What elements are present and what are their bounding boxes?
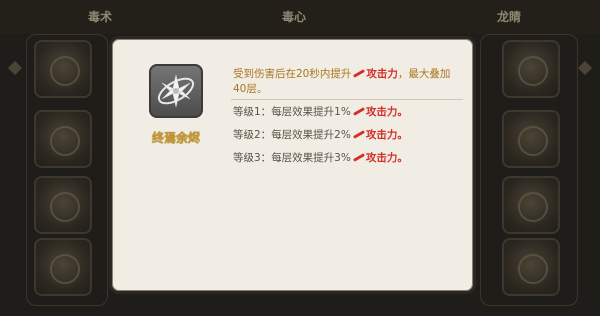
sword-icon bbox=[352, 68, 365, 78]
level-row-3: 等级3：每层效果提升3% 攻击力。 bbox=[233, 150, 408, 165]
sword-icon bbox=[352, 152, 365, 162]
skill-tooltip-panel: 终焉余烬 受到伤害后在20秒内提升 攻击力，最大叠加40层。 等级1：每层效果提升… bbox=[109, 36, 476, 294]
skill-slot[interactable] bbox=[502, 110, 560, 168]
attack-stat-label: 攻击力 bbox=[365, 129, 398, 141]
skill-slot[interactable] bbox=[502, 238, 560, 296]
level-effect: 每层效果提升1% bbox=[271, 106, 351, 118]
skill-slot[interactable] bbox=[34, 238, 92, 296]
level-row-2: 等级2：每层效果提升2% 攻击力。 bbox=[233, 127, 408, 142]
snowflake-crystal-icon bbox=[149, 64, 203, 118]
skill-slot[interactable] bbox=[502, 176, 560, 234]
level-label: 等级2： bbox=[233, 129, 272, 141]
level-effect: 每层效果提升3% bbox=[271, 152, 351, 164]
level-row-1: 等级1：每层效果提升1% 攻击力。 bbox=[233, 104, 408, 119]
skill-slot[interactable] bbox=[34, 40, 92, 98]
tab-poison-heart[interactable]: 毒心 bbox=[282, 8, 306, 25]
level-end: 。 bbox=[397, 152, 408, 164]
tab-poison[interactable]: 毒术 bbox=[88, 8, 112, 25]
attack-stat-label: 攻击力 bbox=[366, 68, 398, 80]
skill-name: 终焉余烬 bbox=[151, 131, 200, 145]
skill-slot[interactable] bbox=[502, 40, 560, 98]
level-end: 。 bbox=[397, 129, 408, 141]
description-text: 受到伤害后在20秒内提升 bbox=[233, 68, 352, 80]
skill-description: 受到伤害后在20秒内提升 攻击力，最大叠加40层。 bbox=[233, 67, 458, 97]
divider bbox=[231, 99, 463, 100]
attack-stat-label: 攻击力 bbox=[365, 106, 398, 118]
sword-icon bbox=[352, 129, 365, 139]
tab-dragon-eye[interactable]: 龙睛 bbox=[497, 8, 521, 25]
level-label: 等级3： bbox=[233, 152, 272, 164]
skill-slot[interactable] bbox=[34, 176, 92, 234]
attack-stat-label: 攻击力 bbox=[365, 152, 398, 164]
background-header: 毒术 毒心 龙睛 bbox=[0, 0, 600, 34]
level-end: 。 bbox=[397, 106, 408, 118]
sword-icon bbox=[352, 106, 365, 116]
level-label: 等级1： bbox=[233, 106, 272, 118]
diamond-icon bbox=[7, 60, 23, 76]
diamond-icon bbox=[577, 60, 593, 76]
level-effect: 每层效果提升2% bbox=[271, 129, 351, 141]
skill-slot[interactable] bbox=[34, 110, 92, 168]
